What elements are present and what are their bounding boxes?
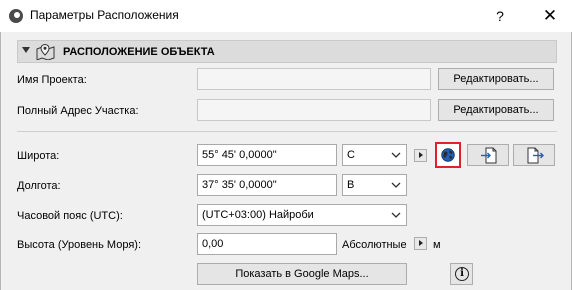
altitude-label: Высота (Уровень Моря): bbox=[17, 239, 141, 251]
chevron-down-icon bbox=[391, 152, 401, 158]
timezone-select[interactable]: (UTC+03:00) Найроби bbox=[197, 204, 407, 226]
chevron-down-icon bbox=[391, 212, 401, 218]
window-title: Параметры Расположения bbox=[30, 8, 179, 22]
altitude-unit: м bbox=[433, 239, 441, 251]
latitude-hemisphere-value: С bbox=[347, 149, 355, 161]
export-location-button[interactable] bbox=[513, 144, 555, 166]
export-file-icon bbox=[527, 147, 544, 164]
altitude-reference: Абсолютные bbox=[342, 239, 407, 251]
timezone-value: (UTC+03:00) Найроби bbox=[202, 209, 314, 221]
close-button[interactable]: ✕ bbox=[540, 6, 560, 26]
chevron-down-icon bbox=[391, 182, 401, 188]
map-pin-icon bbox=[36, 43, 55, 60]
project-name-label: Имя Проекта: bbox=[17, 74, 87, 86]
longitude-hemisphere-value: В bbox=[347, 179, 355, 191]
latitude-field[interactable]: 55° 45' 0,0000" bbox=[197, 144, 337, 166]
globe-icon bbox=[441, 148, 455, 162]
info-button[interactable]: i bbox=[450, 263, 473, 285]
timezone-label: Часовой пояс (UTC): bbox=[17, 210, 123, 222]
locate-on-globe-button[interactable] bbox=[435, 142, 461, 168]
import-file-icon bbox=[481, 147, 497, 164]
app-icon bbox=[9, 9, 23, 23]
full-address-field[interactable] bbox=[197, 99, 431, 121]
latitude-label: Широта: bbox=[17, 150, 60, 162]
edit-project-name-button[interactable]: Редактировать... bbox=[438, 68, 554, 90]
import-location-button[interactable] bbox=[467, 144, 509, 166]
info-icon: i bbox=[455, 267, 469, 281]
edit-address-button[interactable]: Редактировать... bbox=[438, 99, 554, 121]
window-titlebar: Параметры Расположения ? ✕ bbox=[0, 0, 572, 32]
latitude-options-arrow-button[interactable] bbox=[414, 149, 427, 162]
dialog-body: РАСПОЛОЖЕНИЕ ОБЪЕКТА Имя Проекта: Редакт… bbox=[0, 32, 572, 290]
longitude-hemisphere-select[interactable]: В bbox=[342, 174, 407, 196]
project-name-field[interactable] bbox=[197, 68, 431, 90]
section-title: РАСПОЛОЖЕНИЕ ОБЪЕКТА bbox=[63, 46, 215, 58]
latitude-hemisphere-select[interactable]: С bbox=[342, 144, 407, 166]
longitude-label: Долгота: bbox=[17, 180, 61, 192]
full-address-label: Полный Адрес Участка: bbox=[17, 105, 139, 117]
collapse-arrow-icon[interactable] bbox=[22, 47, 30, 53]
show-in-google-maps-button[interactable]: Показать в Google Maps... bbox=[197, 263, 407, 285]
divider bbox=[17, 131, 557, 132]
longitude-field[interactable]: 37° 35' 0,0000" bbox=[197, 174, 337, 196]
altitude-reference-arrow-button[interactable] bbox=[414, 237, 427, 250]
altitude-field[interactable]: 0,00 bbox=[197, 233, 337, 255]
section-header[interactable]: РАСПОЛОЖЕНИЕ ОБЪЕКТА bbox=[17, 40, 557, 63]
help-button[interactable]: ? bbox=[490, 6, 510, 26]
